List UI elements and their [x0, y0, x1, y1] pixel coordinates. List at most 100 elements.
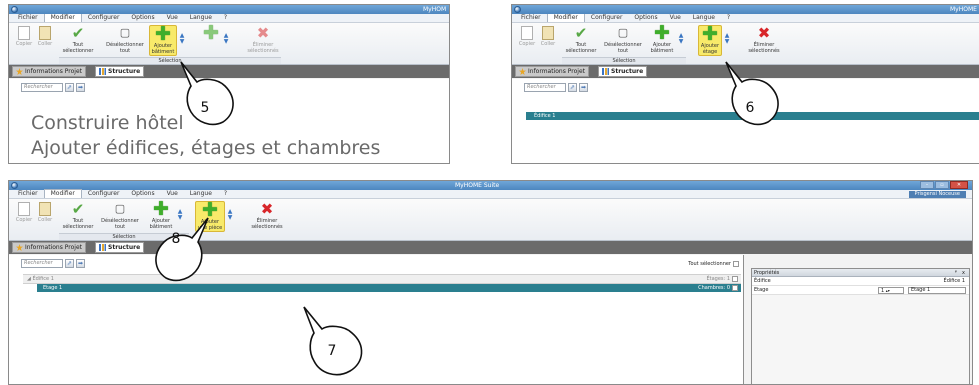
- search-next-button[interactable]: ➡: [76, 259, 85, 268]
- menu-modifier[interactable]: Modifier: [43, 13, 82, 22]
- select-all-button[interactable]: ✔ Tout sélectionner: [564, 25, 598, 54]
- select-all-button[interactable]: ✔ Tout sélectionner: [61, 201, 95, 230]
- search-next-button[interactable]: ➡: [579, 83, 588, 92]
- star-icon: [519, 68, 526, 75]
- search-input[interactable]: Rechercher: [21, 83, 63, 92]
- tab-structure[interactable]: Structure: [598, 66, 648, 77]
- reorder-arrows-icon[interactable]: ▲ ▼: [724, 33, 730, 45]
- menu-help[interactable]: ?: [721, 14, 736, 22]
- search-go-button[interactable]: ⇗: [65, 259, 74, 268]
- remove-selected-button[interactable]: ✖ Éliminer sélectionnés: [744, 25, 784, 54]
- app-orb-icon[interactable]: [11, 6, 18, 13]
- menu-fichier[interactable]: Fichier: [12, 190, 44, 198]
- reorder-arrows-icon[interactable]: ▲ ▼: [227, 209, 233, 221]
- callout-number: 5: [200, 100, 210, 116]
- copy-button[interactable]: Copier: [13, 25, 35, 47]
- search-row: Rechercher ⇗ ➡: [21, 83, 85, 92]
- callout-pointer-8: 8: [148, 216, 212, 284]
- maximize-icon[interactable]: ▫: [935, 181, 949, 189]
- close-icon[interactable]: ✕: [950, 181, 968, 189]
- reorder-arrows-icon[interactable]: ▲ ▼: [179, 33, 185, 45]
- select-all-button[interactable]: ✔ Tout sélectionner: [61, 25, 95, 54]
- menu-configurer[interactable]: Configurer: [82, 14, 126, 22]
- paste-button[interactable]: Coller: [35, 201, 55, 223]
- title-bar: MyHOME: [512, 5, 979, 14]
- checkmark-icon: ✔: [574, 24, 588, 42]
- floor-name-input[interactable]: Etage 1: [908, 287, 966, 294]
- tab-project-info[interactable]: Informations Projet: [12, 66, 86, 77]
- menu-langue[interactable]: Langue: [184, 190, 218, 198]
- group-label-selection: Sélection: [59, 57, 281, 64]
- tab-structure[interactable]: Structure: [95, 242, 145, 253]
- property-row-building: Édifice Édifice 1: [752, 277, 969, 286]
- paste-button[interactable]: Coller: [538, 25, 558, 47]
- menu-vue[interactable]: Vue: [161, 14, 184, 22]
- star-icon: [16, 244, 23, 251]
- paste-button[interactable]: Coller: [35, 25, 55, 47]
- menu-vue[interactable]: Vue: [664, 14, 687, 22]
- menu-fichier[interactable]: Fichier: [12, 14, 44, 22]
- add-building-button[interactable]: ✚ Ajouter bâtiment: [648, 24, 676, 55]
- reorder-arrows-icon[interactable]: ▲ ▼: [223, 33, 229, 45]
- remove-selected-button[interactable]: ✖ Éliminer sélectionnés: [247, 201, 287, 230]
- menu-vue[interactable]: Vue: [161, 190, 184, 198]
- callout-pointer-6: 6: [722, 60, 786, 128]
- menu-langue[interactable]: Langue: [184, 14, 218, 22]
- app-orb-icon[interactable]: [11, 182, 18, 189]
- page-subheading: Ajouter édifices, étages et chambres: [31, 137, 381, 159]
- copy-icon: [521, 26, 533, 40]
- pin-icon[interactable]: ᵠ: [955, 269, 957, 277]
- search-input[interactable]: Rechercher: [21, 259, 63, 268]
- spinner-arrows-icon: ▴▾: [885, 288, 890, 293]
- menu-fichier[interactable]: Fichier: [515, 14, 547, 22]
- deselect-all-button[interactable]: ▢ Désélectionner tout: [602, 25, 644, 54]
- menu-help[interactable]: ?: [218, 190, 233, 198]
- callout-pointer-7: 7: [300, 305, 372, 379]
- search-row: Rechercher ⇗ ➡: [524, 83, 588, 92]
- app-orb-icon[interactable]: [514, 6, 521, 13]
- menu-modifier[interactable]: Modifier: [546, 13, 585, 22]
- floor-number-spinner[interactable]: 1 ▴▾: [878, 287, 904, 294]
- search-input[interactable]: Rechercher: [524, 83, 566, 92]
- paste-icon: [39, 26, 51, 40]
- menu-options[interactable]: Options: [125, 14, 160, 22]
- tree-row-floor[interactable]: Etage 1 Chambres: 0: [37, 284, 741, 292]
- reorder-arrows-icon[interactable]: ▲ ▼: [678, 33, 684, 45]
- deselect-all-button[interactable]: ▢ Désélectionner tout: [99, 201, 141, 230]
- menu-help[interactable]: ?: [218, 14, 233, 22]
- menu-configurer[interactable]: Configurer: [585, 14, 629, 22]
- tree-row-building[interactable]: ◢ Édifice 1 Étages: 1: [23, 274, 741, 284]
- callout-number: 8: [171, 231, 181, 247]
- remove-selected-button[interactable]: ✖ Éliminer sélectionnés: [243, 25, 283, 54]
- close-icon[interactable]: x: [962, 269, 965, 277]
- add-floor-button[interactable]: ✚: [199, 24, 223, 43]
- add-floor-button[interactable]: ✚ Ajouter étage: [698, 25, 722, 56]
- tab-project-info[interactable]: Informations Projet: [515, 66, 589, 77]
- tab-structure[interactable]: Structure: [95, 66, 145, 77]
- page-heading: Construire hôtel: [31, 112, 184, 134]
- add-building-button[interactable]: ✚ Ajouter bâtiment: [149, 25, 177, 56]
- search-go-button[interactable]: ⇗: [568, 83, 577, 92]
- menu-configurer[interactable]: Configurer: [82, 190, 126, 198]
- properties-panel: Propriétés ᵠ x Édifice Édifice 1 Etage 1…: [751, 268, 970, 384]
- menu-options[interactable]: Options: [125, 190, 160, 198]
- menu-modifier[interactable]: Modifier: [43, 189, 82, 198]
- paste-icon: [39, 202, 51, 216]
- copy-button[interactable]: Copier: [13, 201, 35, 223]
- checkmark-icon: ✔: [71, 24, 85, 42]
- search-go-button[interactable]: ⇗: [65, 83, 74, 92]
- menu-options[interactable]: Options: [628, 14, 663, 22]
- search-row: Rechercher ⇗ ➡: [21, 259, 85, 268]
- window-title: MyHOME Suite: [455, 182, 500, 189]
- deselect-all-button[interactable]: ▢ Désélectionner tout: [105, 25, 145, 54]
- search-next-button[interactable]: ➡: [76, 83, 85, 92]
- property-row-floor: Etage 1 ▴▾ Etage 1: [752, 286, 969, 295]
- select-all-checkbox[interactable]: [733, 260, 739, 267]
- minimize-icon[interactable]: –: [920, 181, 934, 189]
- menu-langue[interactable]: Langue: [687, 14, 721, 22]
- building-checkbox[interactable]: [732, 275, 738, 282]
- floor-checkbox[interactable]: [732, 284, 738, 291]
- select-all-toggle[interactable]: Tout sélectionner: [688, 260, 739, 268]
- copy-button[interactable]: Copier: [516, 25, 538, 47]
- tab-project-info[interactable]: Informations Projet: [12, 242, 86, 253]
